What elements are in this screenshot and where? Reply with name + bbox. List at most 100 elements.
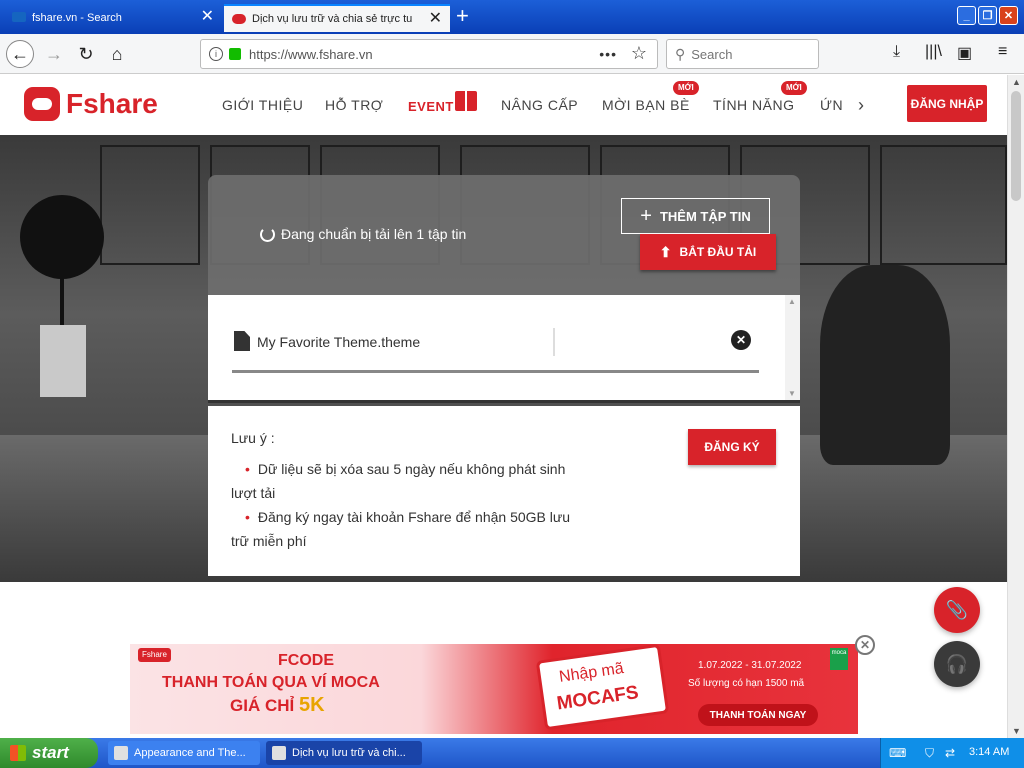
info-icon[interactable]: i — [209, 47, 223, 61]
search-bar[interactable]: ⚲ — [666, 39, 819, 69]
taskbar-item-appearance[interactable]: Appearance and The... — [108, 741, 260, 765]
paperclip-icon: 📎 — [945, 599, 969, 620]
logo-text: Fshare — [66, 88, 158, 119]
menu-ho-tro[interactable]: HỖ TRỢ — [325, 97, 383, 113]
banner-line1: FCODE — [278, 652, 334, 669]
attachment-button[interactable]: 📎 — [934, 587, 980, 633]
restore-button[interactable]: ❐ — [978, 6, 997, 25]
new-badge: MỚI — [781, 81, 807, 95]
network-icon[interactable]: ⇄ — [945, 746, 959, 760]
menu-moi-ban-be[interactable]: MỜI BẠN BÈ — [602, 97, 690, 113]
start-label: start — [32, 743, 69, 762]
pay-now-button[interactable]: THANH TOÁN NGAY — [698, 704, 818, 726]
fshare-logo[interactable]: Fshare — [24, 87, 158, 121]
plant-image — [20, 195, 104, 279]
tab-fshare-active[interactable]: Dịch vụ lưu trữ và chia sẻ trực tuyến ✕ — [224, 4, 450, 32]
note-text: Dữ liệu sẽ bị xóa sau 5 ngày nếu không p… — [231, 461, 566, 501]
clock: 3:14 AM — [969, 746, 1010, 758]
task-label: Appearance and The... — [134, 747, 246, 759]
firefox-icon — [272, 746, 286, 760]
keyboard-icon[interactable]: ⌨ — [889, 746, 906, 760]
page-actions-icon[interactable]: ••• — [599, 46, 617, 62]
url-text[interactable]: https://www.fshare.vn — [249, 47, 373, 62]
start-button[interactable]: start — [0, 738, 98, 768]
browser-nav-bar: ← → ↻ ⌂ i https://www.fshare.vn ••• ☆ ⚲ … — [0, 34, 1024, 74]
windows-taskbar: start Appearance and The... Dịch vụ lưu … — [0, 738, 1024, 768]
upload-panel-header: Đang chuẩn bị tải lên 1 tập tin + THÊM T… — [208, 175, 800, 295]
close-banner-icon[interactable]: ✕ — [855, 635, 875, 655]
close-tab-icon[interactable]: ✕ — [201, 9, 214, 25]
cloud-favicon-icon — [232, 14, 246, 24]
menu-ung-dung[interactable]: ỨN — [820, 97, 843, 113]
page-scrollbar[interactable]: ▲ ▼ — [1007, 75, 1024, 738]
close-tab-icon[interactable]: ✕ — [429, 11, 442, 27]
reload-button[interactable]: ↻ — [72, 40, 100, 68]
bookmark-star-icon[interactable]: ☆ — [631, 43, 647, 64]
notes-panel: Lưu ý : • Dữ liệu sẽ bị xóa sau 5 ngày nế… — [208, 406, 800, 576]
search-favicon-icon — [12, 12, 26, 22]
start-upload-button[interactable]: ⬆ BẮT ĐẦU TẢI — [640, 234, 776, 270]
menu-event[interactable]: EVENT — [408, 99, 454, 114]
scroll-up-icon[interactable]: ▲ — [788, 297, 796, 306]
url-bar[interactable]: i https://www.fshare.vn ••• ☆ — [200, 39, 658, 69]
tab-fshare-search[interactable]: fshare.vn - Search ✕ — [4, 4, 222, 32]
sidebar-icon[interactable]: ▣ — [957, 43, 972, 63]
file-list-scrollbar[interactable]: ▲ ▼ — [785, 295, 800, 400]
new-tab-button[interactable]: + — [456, 5, 469, 27]
scroll-up-icon[interactable]: ▲ — [1012, 77, 1021, 87]
upload-arrow-icon: ⬆ — [659, 243, 672, 260]
add-file-button[interactable]: + THÊM TẬP TIN — [621, 198, 770, 234]
minimize-button[interactable]: _ — [957, 6, 976, 25]
banner-line3: GIÁ CHỈ 5K — [230, 694, 325, 717]
task-label: Dịch vụ lưu trữ và chi... — [292, 747, 406, 759]
upload-status: Đang chuẩn bị tải lên 1 tập tin — [260, 226, 466, 242]
gift-icon — [455, 91, 477, 111]
tab-label: fshare.vn - Search — [32, 12, 122, 24]
headset-icon: 🎧 — [945, 653, 969, 674]
plant-pot — [40, 325, 86, 397]
cloud-logo-icon — [24, 87, 60, 121]
home-button[interactable]: ⌂ — [103, 40, 131, 68]
remove-file-icon[interactable]: ✕ — [731, 330, 751, 350]
chevron-right-icon[interactable]: › — [858, 95, 864, 116]
close-window-button[interactable]: ✕ — [999, 6, 1018, 25]
promo-banner[interactable]: Fshare FCODE THANH TOÁN QUA VÍ MOCA GIÁ … — [130, 644, 858, 734]
windows-logo-icon — [10, 745, 26, 761]
moca-logo: moca — [830, 648, 848, 670]
taskbar-item-browser[interactable]: Dịch vụ lưu trữ và chi... — [266, 741, 422, 765]
start-upload-label: BẮT ĐẦU TẢI — [679, 245, 757, 259]
scroll-thumb[interactable] — [1011, 91, 1021, 201]
tab-label: Dịch vụ lưu trữ và chia sẻ trực tuyến — [252, 13, 412, 25]
bullet-icon: • — [245, 509, 250, 525]
menu-gioi-thieu[interactable]: GIỚI THIỆU — [222, 97, 303, 113]
scroll-down-icon[interactable]: ▼ — [1012, 726, 1021, 736]
search-input[interactable] — [691, 46, 802, 62]
file-name: My Favorite Theme.theme — [257, 334, 421, 350]
bullet-icon: • — [245, 461, 250, 477]
download-icon[interactable]: ⤓ — [893, 43, 900, 61]
window-pane — [880, 145, 1007, 265]
loading-spinner-icon — [260, 226, 275, 242]
hamburger-menu-icon[interactable]: ≡ — [998, 43, 1007, 61]
lock-icon — [229, 48, 241, 60]
shield-icon[interactable]: ⛉ — [925, 746, 939, 760]
person-silhouette — [820, 265, 950, 465]
ticket-label: Nhập mã — [558, 659, 625, 686]
banner-price: 5K — [298, 694, 325, 716]
menu-tinh-nang[interactable]: TÍNH NĂNG — [713, 97, 795, 113]
forward-button[interactable]: → — [40, 40, 68, 68]
scroll-down-icon[interactable]: ▼ — [788, 389, 796, 398]
library-icon[interactable]: |||\ — [925, 43, 942, 61]
new-badge: MỚI — [673, 81, 699, 95]
support-button[interactable]: 🎧 — [934, 641, 980, 687]
search-icon: ⚲ — [675, 45, 686, 62]
login-button[interactable]: ĐĂNG NHẬP — [907, 85, 987, 122]
file-list: My Favorite Theme.theme ✕ ▲ ▼ — [208, 295, 800, 403]
back-button[interactable]: ← — [6, 40, 34, 68]
menu-nang-cap[interactable]: NÂNG CẤP — [501, 97, 578, 113]
control-panel-icon — [114, 746, 128, 760]
note-text: Đăng ký ngay tài khoản Fshare để nhận 50… — [231, 509, 571, 549]
register-button[interactable]: ĐĂNG KÝ — [688, 429, 776, 465]
file-progress-bar — [232, 370, 759, 373]
note-item: • Dữ liệu sẽ bị xóa sau 5 ngày nếu không … — [231, 457, 571, 505]
